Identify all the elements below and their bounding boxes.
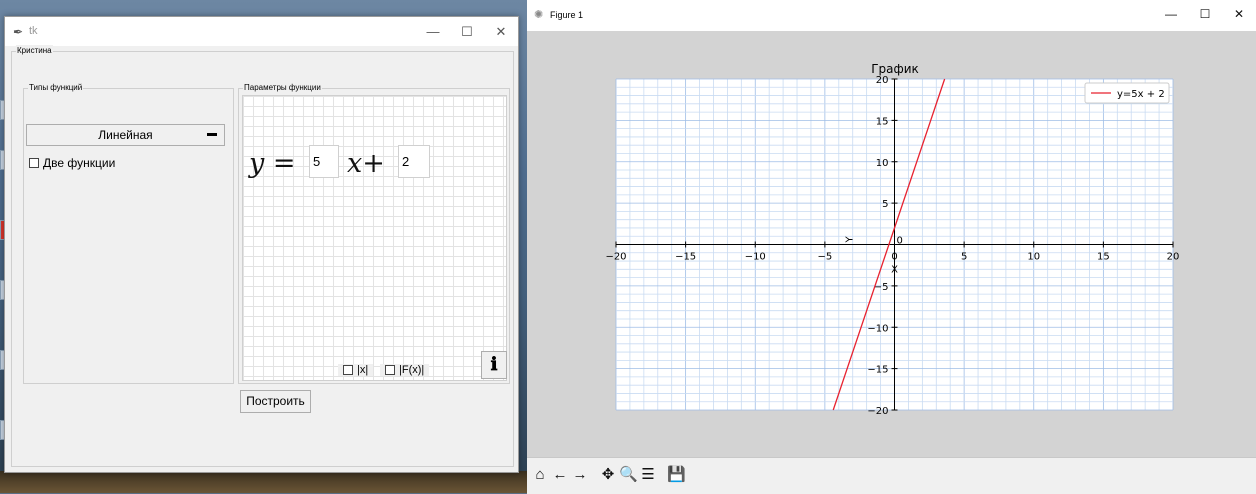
x-tick-label: 15 xyxy=(1097,252,1110,263)
coefficient-a-input[interactable] xyxy=(309,145,339,178)
figure-toolbar: ⌂ ← → ✥ 🔍 ☰ 💾 xyxy=(527,457,1256,494)
info-icon: ℹ xyxy=(490,354,498,375)
pan-icon: ✥ xyxy=(601,466,615,483)
y-tick-label: 0 xyxy=(897,236,903,247)
legend-label: y=5x + 2 xyxy=(1117,89,1165,100)
back-button[interactable]: ← xyxy=(551,465,569,485)
legend: y=5x + 2 xyxy=(1084,82,1170,104)
home-button[interactable]: ⌂ xyxy=(531,465,549,485)
two-functions-label: Две функции xyxy=(43,156,116,170)
main-group: Кристина Типы функций Линейная ▬ Две фун… xyxy=(11,45,514,467)
chart-canvas[interactable]: −20 −15 −10 −5 0 5 10 15 20−20−15−10−551015200 Г… xyxy=(527,31,1256,457)
pan-button[interactable]: ✥ xyxy=(599,465,617,485)
zoom-icon: 🔍 xyxy=(619,466,638,483)
function-params-group: Параметры функции y = x+ |x| |F(x)| ℹ xyxy=(238,82,510,384)
x-axis-label: X xyxy=(891,265,898,276)
abs-fx-label: |F(x)| xyxy=(399,364,425,376)
function-type-value: Линейная xyxy=(98,128,153,142)
x-tick-label: −15 xyxy=(675,252,696,263)
two-functions-checkbox[interactable]: Две функции xyxy=(29,156,115,170)
figure-app-icon: ✺ xyxy=(534,9,544,21)
figure-window: ✺ Figure 1 — ☐ ✕ −20 −15 −10 −5 0 5 10 15 20 −20 −… xyxy=(527,0,1256,494)
figure-window-title: Figure 1 xyxy=(550,10,584,20)
home-icon: ⌂ xyxy=(535,466,545,483)
y-tick-label: −20 xyxy=(867,406,888,417)
minimize-button[interactable]: — xyxy=(416,17,450,46)
configure-icon: ☰ xyxy=(641,466,655,483)
x-tick-label: −20 xyxy=(605,252,626,263)
y-tick-label: 10 xyxy=(876,158,889,169)
minimize-button[interactable]: — xyxy=(1154,0,1188,29)
dropdown-indicator-icon: ▬ xyxy=(207,128,217,139)
save-icon: 💾 xyxy=(667,466,686,483)
tk-window: ✒ tk — ☐ ✕ Кристина Типы функций Линейна… xyxy=(4,16,519,473)
y-tick-label: 15 xyxy=(876,116,889,127)
y-axis-label: Y xyxy=(845,236,856,244)
main-group-label: Кристина xyxy=(16,45,53,57)
x-tick-label: 10 xyxy=(1027,252,1040,263)
abs-fx-checkbox[interactable]: |F(x)| xyxy=(380,364,430,376)
tk-window-title: tk xyxy=(29,25,38,37)
close-button[interactable]: ✕ xyxy=(484,17,518,46)
y-tick-label: 20 xyxy=(876,75,889,86)
feather-icon: ✒ xyxy=(13,25,24,39)
x-tick-label: 5 xyxy=(961,252,967,263)
tk-titlebar[interactable]: ✒ tk — ☐ ✕ xyxy=(5,17,518,46)
x-tick-label: 0 xyxy=(891,252,897,263)
chart-title: График xyxy=(871,62,919,76)
save-button[interactable]: 💾 xyxy=(667,465,686,485)
close-button[interactable]: ✕ xyxy=(1222,0,1256,29)
checkbox-square-icon xyxy=(343,365,353,375)
x-tick-label: −10 xyxy=(745,252,766,263)
checkbox-square-icon xyxy=(385,365,395,375)
forward-button[interactable]: → xyxy=(571,465,589,485)
figure-titlebar[interactable]: ✺ Figure 1 — ☐ ✕ xyxy=(527,0,1256,31)
function-types-group: Типы функций Линейная ▬ Две функции xyxy=(23,82,234,384)
build-button-label: Построить xyxy=(246,394,305,408)
abs-x-label: |x| xyxy=(357,364,369,376)
maximize-button[interactable]: ☐ xyxy=(1188,0,1222,29)
back-icon: ← xyxy=(552,466,568,483)
y-tick-label: 5 xyxy=(882,199,888,210)
y-tick-label: −10 xyxy=(867,323,888,334)
y-tick-label: −15 xyxy=(867,365,888,376)
forward-icon: → xyxy=(572,466,588,483)
zoom-button[interactable]: 🔍 xyxy=(619,465,638,485)
formula-y-label: y = xyxy=(249,148,296,179)
configure-button[interactable]: ☰ xyxy=(639,465,657,485)
function-type-dropdown[interactable]: Линейная ▬ xyxy=(26,124,225,146)
checkbox-square-icon xyxy=(29,158,39,168)
maximize-button[interactable]: ☐ xyxy=(450,17,484,46)
x-tick-label: −5 xyxy=(818,252,833,263)
formula-x-label: x+ xyxy=(347,148,385,179)
info-button[interactable]: ℹ xyxy=(481,351,507,379)
build-button[interactable]: Построить xyxy=(240,390,311,413)
coefficient-b-input[interactable] xyxy=(398,145,430,178)
params-canvas: y = x+ |x| |F(x)| ℹ xyxy=(242,95,507,381)
function-params-label: Параметры функции xyxy=(243,82,322,94)
function-types-label: Типы функций xyxy=(28,82,84,94)
abs-x-checkbox[interactable]: |x| xyxy=(338,364,374,376)
x-tick-label: 20 xyxy=(1167,252,1180,263)
